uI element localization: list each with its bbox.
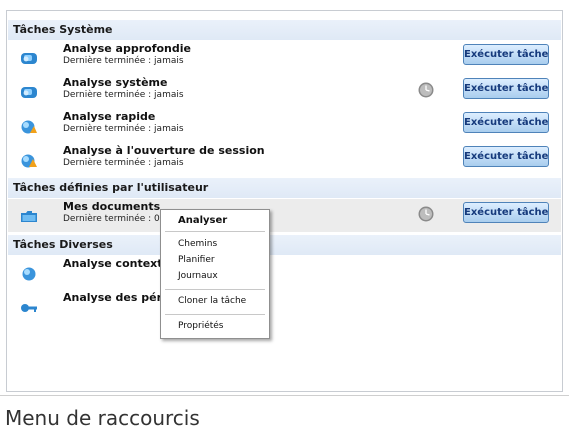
run-task-button[interactable]: Exécuter tâche [463, 78, 549, 99]
context-menu: Analyser Chemins Planifier Journaux Clon… [160, 209, 270, 339]
menu-item-analyze[interactable]: Analyser [178, 215, 227, 226]
menu-item-properties[interactable]: Propriétés [178, 321, 223, 331]
folder-scan-icon [21, 211, 37, 222]
section-header-misc-tasks: Tâches Diverses [8, 235, 561, 255]
task-row-deep-scan[interactable]: Analyse approfondie Dernière terminée : … [8, 41, 561, 74]
menu-item-schedule[interactable]: Planifier [178, 255, 215, 265]
scan-system-icon [21, 87, 37, 98]
task-name: Analyse approfondie [63, 42, 191, 55]
menu-separator [165, 289, 265, 290]
scan-deep-icon [21, 53, 37, 64]
task-list-panel: Tâches Système Analyse approfondie Derni… [6, 10, 563, 392]
task-last-run: Dernière terminée : 0 [63, 214, 160, 224]
task-name: Analyse système [63, 76, 168, 89]
menu-item-clone-task[interactable]: Cloner la tâche [178, 296, 246, 306]
task-last-run: Dernière terminée : jamais [63, 158, 184, 168]
clock-icon [418, 82, 434, 98]
run-task-button[interactable]: Exécuter tâche [463, 202, 549, 223]
task-row-logon-scan[interactable]: Analyse à l'ouverture de session Dernièr… [8, 143, 561, 176]
run-task-button[interactable]: Exécuter tâche [463, 146, 549, 167]
menu-separator [165, 314, 265, 315]
task-name: Mes documents [63, 200, 161, 213]
task-row-device-scan[interactable]: Analyse des périph [8, 290, 561, 323]
section-title: Tâches Système [13, 23, 113, 36]
device-scan-icon [21, 304, 37, 312]
task-row-quick-scan[interactable]: Analyse rapide Dernière terminée : jamai… [8, 109, 561, 142]
task-name: Analyse rapide [63, 110, 156, 123]
section-header-user-tasks: Tâches définies par l'utilisateur [8, 178, 561, 198]
run-task-button[interactable]: Exécuter tâche [463, 44, 549, 65]
section-header-system-tasks: Tâches Système [8, 20, 561, 40]
menu-item-paths[interactable]: Chemins [178, 239, 217, 249]
menu-item-logs[interactable]: Journaux [178, 271, 218, 281]
context-scan-icon [22, 267, 36, 281]
task-row-my-documents[interactable]: Mes documents Dernière terminée : 0 Exéc… [8, 199, 561, 232]
section-title: Tâches Diverses [13, 238, 113, 251]
run-task-button[interactable]: Exécuter tâche [463, 112, 549, 133]
task-last-run: Dernière terminée : jamais [63, 90, 184, 100]
figure-caption: Menu de raccourcis [5, 406, 200, 430]
task-last-run: Dernière terminée : jamais [63, 124, 184, 134]
task-name: Analyse à l'ouverture de session [63, 144, 265, 157]
clock-icon [418, 206, 434, 222]
task-row-system-scan[interactable]: Analyse système Dernière terminée : jama… [8, 75, 561, 108]
task-row-context-scan[interactable]: Analyse contextue [8, 256, 561, 289]
scan-logon-icon [21, 154, 37, 168]
divider [0, 395, 569, 396]
task-last-run: Dernière terminée : jamais [63, 56, 184, 66]
section-title: Tâches définies par l'utilisateur [13, 181, 209, 194]
menu-separator [165, 231, 265, 232]
scan-quick-icon [21, 120, 37, 134]
